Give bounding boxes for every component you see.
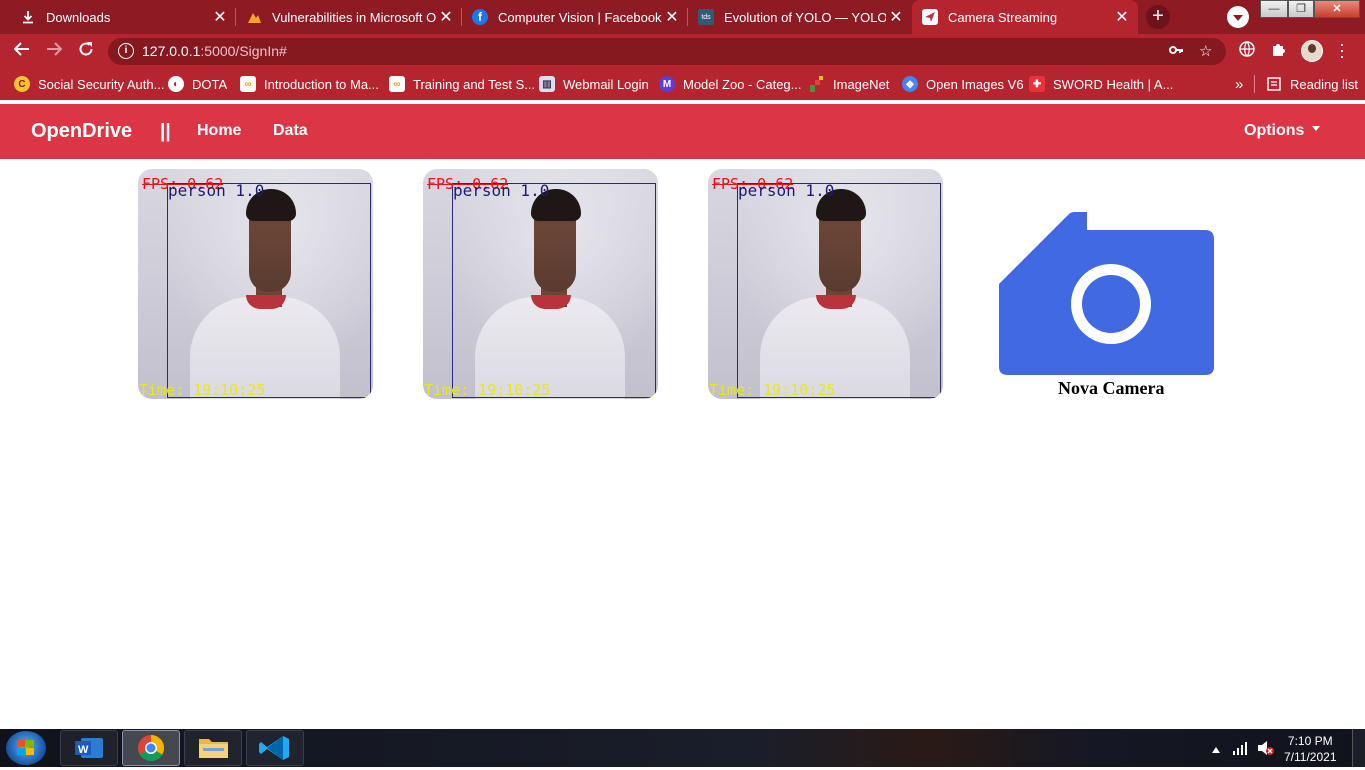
globe-icon: ◐ [168,76,184,92]
app-navbar: OpenDrive || Home Data Options [0,104,1365,159]
bookmark-imagenet[interactable]: ImageNet [809,68,889,100]
show-hidden-icons[interactable] [1212,742,1220,756]
tab-facebook[interactable]: f Computer Vision | Facebook ✕ [462,0,688,34]
facebook-icon: f [472,9,488,25]
add-camera-label[interactable]: Nova Camera [1058,378,1164,399]
system-clock[interactable]: 7:10 PM 7/11/2021 [1284,733,1337,765]
brand-logo[interactable]: OpenDrive [31,120,132,143]
extensions-puzzle-icon[interactable] [1269,41,1289,61]
url-text: 127.0.0.1:5000/SignIn# [142,43,287,59]
m-icon: M [659,76,675,92]
reload-icon[interactable] [75,40,97,62]
chrome-icon[interactable] [122,730,180,766]
browser-toolbar: i 127.0.0.1:5000/SignIn# ☆ · · · [0,34,1365,68]
bookmark-webmail[interactable]: ▥ Webmail Login [539,68,649,100]
detection-label: person 1.0 [738,181,835,200]
back-arrow-icon[interactable] [11,40,33,62]
minimize-button[interactable]: — [1260,0,1288,18]
tab-close-icon[interactable]: ✕ [210,7,230,27]
svg-text:W: W [78,744,89,756]
bookmark-star-icon[interactable]: ☆ [1199,42,1212,60]
forward-arrow-icon[interactable] [43,40,65,62]
tab-vulnerabilities[interactable]: Vulnerabilities in Microsoft Off ✕ [236,0,462,34]
window-controls: — ❐ ✕ [1260,0,1362,20]
volume-muted-icon[interactable] [1257,740,1275,759]
bookmarks-divider [1254,75,1255,93]
bookmark-dota[interactable]: ◐ DOTA [168,68,227,100]
windows-taskbar: W 7:10 PM 7/11/2021 [0,729,1365,767]
camera-stream-3[interactable]: FPS: 0.62 person 1.0 Time: 19:10:25 [708,169,943,399]
show-desktop-button[interactable] [1352,729,1365,767]
detection-box [737,183,941,398]
vscode-icon[interactable] [246,730,304,766]
tab-camera-streaming[interactable]: Camera Streaming ✕ [912,0,1138,34]
clock-time: 7:10 PM [1287,734,1333,748]
tab-close-icon[interactable]: ✕ [1112,7,1132,27]
new-tab-button[interactable]: + [1146,5,1170,29]
start-button[interactable] [6,731,46,765]
address-bar[interactable]: i 127.0.0.1:5000/SignIn# ☆ [108,38,1226,65]
reading-list-button[interactable]: Reading list [1266,68,1358,100]
tab-close-icon[interactable]: ✕ [662,7,682,27]
bookmarks-bar: C Social Security Auth... ◐ DOTA ∞ Intro… [0,68,1365,100]
tab-title: Camera Streaming [948,9,1058,25]
bookmarks-overflow-button[interactable]: » [1235,68,1243,100]
bookmark-sword-health[interactable]: ✚ SWORD Health | A... [1029,68,1173,100]
site-info-icon[interactable]: i [118,43,134,59]
tab-title: Downloads [46,9,111,25]
bookmark-training-test[interactable]: ∞ Training and Test S... [389,68,535,100]
detection-label: person 1.0 [453,181,550,200]
timestamp-overlay: Time: 19:10:25 [424,381,551,399]
nav-home-link[interactable]: Home [197,122,241,140]
caret-down-icon [1312,126,1321,132]
colab-icon: ∞ [389,76,405,92]
tds-icon: tds [698,9,714,25]
nav-separator: || [160,121,171,142]
bookmark-intro-ml[interactable]: ∞ Introduction to Ma... [240,68,379,100]
add-camera-icon[interactable] [999,212,1215,376]
clock-date: 7/11/2021 [1284,750,1337,764]
tab-title: Evolution of YOLO — YOLO ve [724,9,886,25]
camera-stream-2[interactable]: FPS: 0.62 person 1.0 Time: 19:10:25 [423,169,658,399]
translate-icon[interactable] [1237,41,1257,61]
windows-logo-icon [17,740,34,755]
tab-title: Vulnerabilities in Microsoft Off [272,9,436,25]
detection-box [167,183,371,398]
tab-downloads[interactable]: Downloads ✕ [10,0,236,34]
options-dropdown[interactable]: Options [1244,122,1321,140]
bookmark-social-security[interactable]: C Social Security Auth... [14,68,164,100]
tab-search-button[interactable] [1227,6,1249,28]
browser-tab-strip: Downloads ✕ Vulnerabilities in Microsoft… [0,0,1365,34]
colab-icon: ∞ [240,76,256,92]
tab-close-icon[interactable]: ✕ [886,7,906,27]
detection-box [452,183,656,398]
timestamp-overlay: Time: 19:10:25 [709,381,836,399]
maximize-button[interactable]: ❐ [1288,0,1314,18]
download-icon [20,9,36,25]
word-icon[interactable]: W [60,730,118,766]
sword-icon: ✚ [1029,76,1045,92]
network-signal-icon[interactable] [1233,741,1249,758]
tab-close-icon[interactable]: ✕ [436,7,456,27]
ssa-icon: C [14,76,30,92]
warning-icon [246,9,262,25]
tab-title: Computer Vision | Facebook [498,9,662,25]
webmail-icon: ▥ [539,76,555,92]
bookmark-open-images[interactable]: ◆ Open Images V6 [902,68,1024,100]
timestamp-overlay: Time: 19:10:25 [139,381,266,399]
reading-list-icon [1266,76,1282,92]
file-explorer-icon[interactable] [184,730,242,766]
open-images-icon: ◆ [902,76,918,92]
profile-avatar[interactable] [1301,40,1323,62]
key-icon[interactable] [1168,42,1184,62]
nav-data-link[interactable]: Data [273,122,308,140]
close-window-button[interactable]: ✕ [1314,0,1360,18]
tab-yolo[interactable]: tds Evolution of YOLO — YOLO ve ✕ [688,0,912,34]
camera-stream-1[interactable]: FPS: 0.62 person 1.0 Time: 19:10:25 [138,169,373,399]
bookmark-model-zoo[interactable]: M Model Zoo - Categ... [659,68,802,100]
chrome-menu-icon[interactable]: · · · [1337,35,1347,65]
imagenet-icon [809,76,825,92]
detection-label: person 1.0 [168,181,265,200]
send-icon [922,9,938,25]
